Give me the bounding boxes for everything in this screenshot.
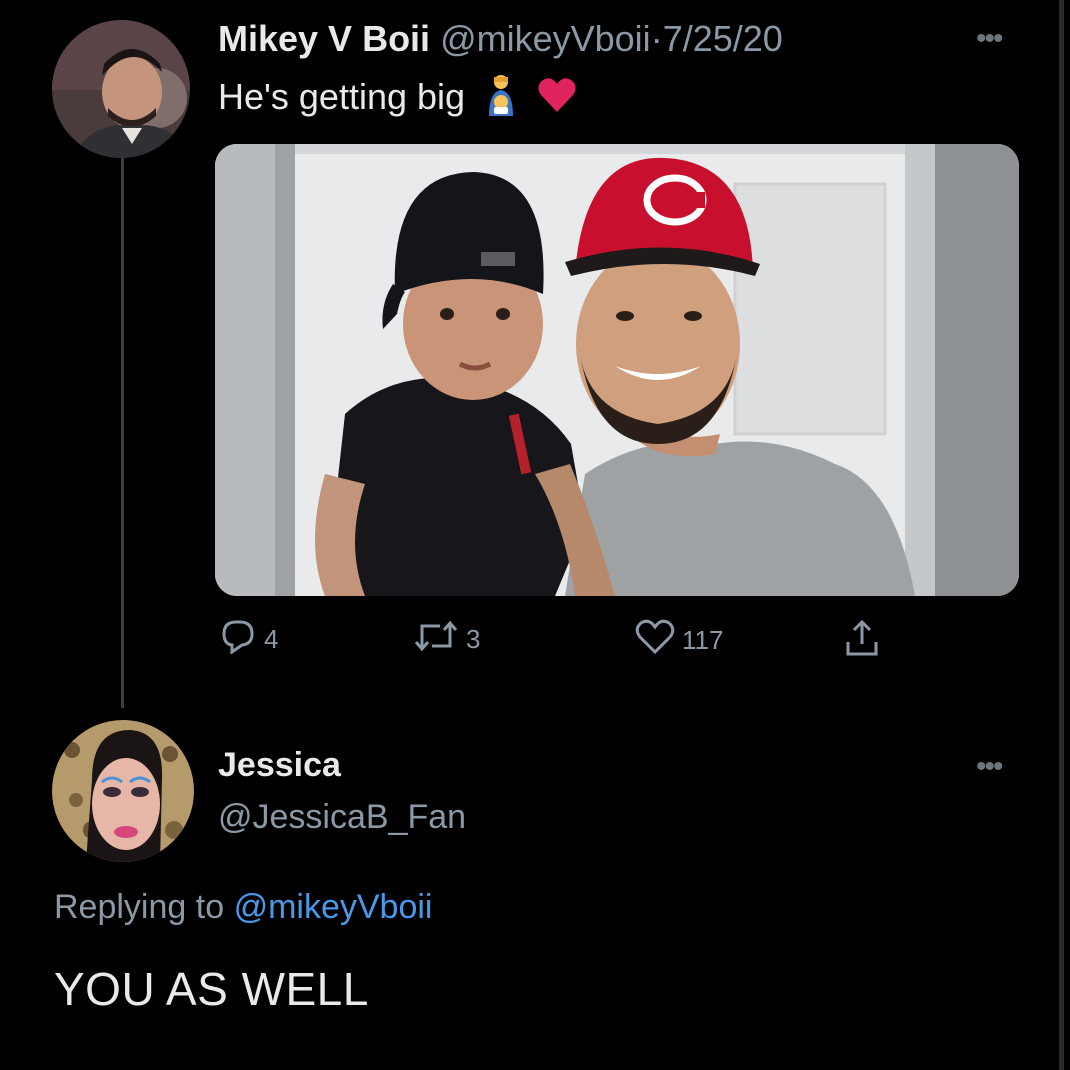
tweet-thread: Mikey V Boii @mikeyVboii·7/25/20 ••• He'…: [0, 0, 1070, 1070]
retweet-button[interactable]: 3: [412, 618, 480, 661]
header-separator: ·: [650, 18, 663, 59]
reply-author-name[interactable]: Jessica: [218, 746, 341, 785]
author-name[interactable]: Mikey V Boii: [218, 18, 430, 59]
replying-to-label: Replying to: [54, 888, 225, 926]
share-button[interactable]: [842, 618, 882, 665]
replying-to-mention[interactable]: @mikeyVboii: [234, 888, 433, 926]
like-button[interactable]: 117: [634, 618, 723, 663]
reply-text: YOU AS WELL: [54, 963, 369, 1015]
author-handle[interactable]: @mikeyVboii: [440, 18, 651, 59]
reply-icon: [218, 618, 258, 661]
retweet-icon: [412, 618, 460, 661]
avatar[interactable]: [52, 720, 194, 862]
reply-count: 4: [264, 624, 279, 654]
avatar[interactable]: [52, 20, 190, 158]
like-count: 117: [682, 625, 724, 655]
red-heart-emoji: [537, 76, 577, 123]
tweet-header: Mikey V Boii @mikeyVboii·7/25/20: [218, 18, 783, 60]
tweet-action-bar: 4 3 117: [0, 618, 1070, 668]
scrollbar-edge: [1059, 0, 1064, 1070]
tweet-media-photo[interactable]: [215, 144, 1019, 596]
heart-icon: [634, 618, 676, 663]
reply-author-handle[interactable]: @JessicaB_Fan: [218, 798, 466, 837]
person-feeding-baby-emoji: [483, 74, 519, 125]
retweet-count: 3: [466, 624, 481, 654]
replying-to-line: Replying to @mikeyVboii: [54, 888, 432, 927]
tweet-text-body: He's getting big: [218, 76, 466, 118]
more-icon[interactable]: •••: [976, 24, 1003, 54]
reply-button[interactable]: 4: [218, 618, 278, 661]
tweet-text: He's getting big: [218, 74, 577, 125]
share-icon: [842, 618, 882, 665]
tweet-date[interactable]: 7/25/20: [663, 18, 783, 59]
more-icon[interactable]: •••: [976, 752, 1003, 782]
